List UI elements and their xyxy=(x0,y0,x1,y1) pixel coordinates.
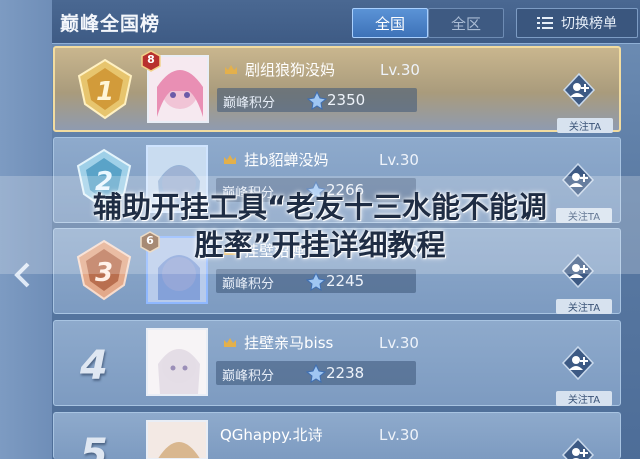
player-name: 挂b貂蝉没妈 xyxy=(244,151,329,169)
player-name: 剧组狼狗没妈 xyxy=(245,61,336,79)
crown-icon xyxy=(225,64,237,74)
caption-line-1: 辅助开挂工具“老友十三水能不能调 xyxy=(92,190,548,224)
player-level: Lv.30 xyxy=(379,151,419,169)
score-value: 2245 xyxy=(326,272,365,290)
player-level: Lv.30 xyxy=(379,426,419,444)
leaderboard-row[interactable]: 5 QGhappy.北诗 Lv.30 xyxy=(53,412,621,459)
peak-score-icon xyxy=(306,363,326,383)
follow-button[interactable]: 关注TA xyxy=(556,391,612,406)
crown-icon xyxy=(224,154,236,164)
leaderboard-row[interactable]: 4 挂壁亲马biss Lv.30 巅峰积分 2238 关注TA xyxy=(53,320,621,406)
add-friend-icon[interactable] xyxy=(561,72,597,108)
score-label: 巅峰积分 xyxy=(222,277,275,292)
player-name: QGhappy.北诗 xyxy=(220,426,323,444)
page-title: 巅峰全国榜 xyxy=(60,13,161,35)
follow-button[interactable]: 关注TA xyxy=(556,299,612,314)
leaderboard-row[interactable]: 1 8 剧组狼狗没妈 Lv.30 巅峰积分 2350 关注TA xyxy=(53,46,621,133)
avatar[interactable] xyxy=(146,420,208,459)
score-bar: 巅峰积分 2238 xyxy=(216,361,416,385)
player-level: Lv.30 xyxy=(379,334,419,352)
rank-number: 1 xyxy=(96,77,114,107)
switch-leaderboard-label: 切换榜单 xyxy=(561,16,617,32)
peak-score-icon xyxy=(306,271,326,291)
gold-rank-badge-icon: 1 xyxy=(77,58,133,120)
add-friend-icon[interactable] xyxy=(560,437,596,459)
player-level: Lv.30 xyxy=(380,61,420,79)
score-label: 巅峰积分 xyxy=(223,96,276,111)
list-icon xyxy=(537,17,553,29)
player-name: 挂壁亲马biss xyxy=(244,334,334,352)
rank-number: 4 xyxy=(80,343,108,389)
crown-icon xyxy=(224,337,236,347)
peak-score-icon xyxy=(307,90,327,110)
score-label: 巅峰积分 xyxy=(222,369,275,384)
rank-number: 5 xyxy=(80,431,108,459)
score-bar: 巅峰积分 2350 xyxy=(217,88,417,112)
tab-zone[interactable]: 全区 xyxy=(428,8,504,38)
level-badge: 8 xyxy=(141,50,161,72)
caption-line-2: 胜率”开挂详细教程 xyxy=(194,228,446,262)
header-bar: 巅峰全国榜 全国 全区 切换榜单 xyxy=(52,0,640,44)
score-value: 2238 xyxy=(326,364,365,382)
caption-overlay-text: 辅助开挂工具“老友十三水能不能调 胜率”开挂详细教程 xyxy=(0,188,640,264)
follow-button[interactable]: 关注TA xyxy=(557,118,613,133)
score-value: 2350 xyxy=(327,91,366,109)
switch-leaderboard-button[interactable]: 切换榜单 xyxy=(516,8,638,38)
add-friend-icon[interactable] xyxy=(560,345,596,381)
tab-national[interactable]: 全国 xyxy=(352,8,428,38)
avatar[interactable] xyxy=(146,328,208,396)
